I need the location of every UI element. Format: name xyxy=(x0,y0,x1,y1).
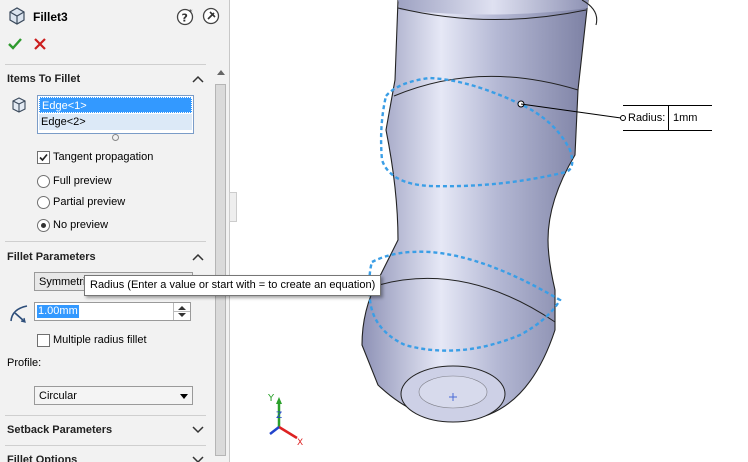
triad-z-label: Z xyxy=(276,411,282,421)
graphics-viewport[interactable]: Y X Z xyxy=(230,0,748,462)
tangent-propagation-checkbox[interactable] xyxy=(37,151,50,164)
no-preview-label: No preview xyxy=(53,219,109,231)
model-body[interactable] xyxy=(361,0,598,423)
full-preview-label: Full preview xyxy=(53,175,112,187)
radius-icon xyxy=(10,305,28,323)
divider xyxy=(5,445,206,446)
dropdown-value: Circular xyxy=(39,390,77,402)
multiple-radius-label: Multiple radius fillet xyxy=(53,334,147,346)
triad-y-label: Y xyxy=(267,393,275,404)
scrollbar-thumb[interactable] xyxy=(215,84,226,456)
radius-input[interactable]: 1.00mm xyxy=(34,302,191,321)
edge-selection-icon xyxy=(12,97,26,113)
property-manager-panel: Fillet3 ? * Items To Fillet Edge<1> Edge… xyxy=(0,0,230,462)
section-label: Setback Parameters xyxy=(7,424,113,436)
partial-preview-label: Partial preview xyxy=(53,196,126,208)
radius-spinner[interactable] xyxy=(173,303,190,320)
list-item[interactable]: Edge<1> xyxy=(39,97,192,113)
items-to-fillet-header[interactable]: Items To Fillet xyxy=(0,69,212,90)
cancel-x-button[interactable] xyxy=(34,38,46,50)
section-label: Fillet Parameters xyxy=(7,251,96,263)
triad-x-label: X xyxy=(297,438,303,448)
chevron-up-icon[interactable] xyxy=(192,75,204,83)
svg-text:*: * xyxy=(189,8,193,16)
ok-checkmark-button[interactable] xyxy=(8,37,22,51)
chevron-down-icon[interactable] xyxy=(192,426,204,434)
chevron-down-icon[interactable] xyxy=(192,456,204,462)
panel-scrollbar[interactable] xyxy=(212,64,229,462)
radius-tooltip: Radius (Enter a value or start with = to… xyxy=(84,275,382,296)
svg-text:?: ? xyxy=(182,12,188,25)
radius-value: 1.00mm xyxy=(37,305,79,318)
divider xyxy=(5,64,206,65)
fillet-options-header[interactable]: Fillet Options xyxy=(0,450,212,462)
pushpin-icon[interactable] xyxy=(202,7,220,25)
edges-listbox[interactable]: Edge<1> Edge<2> xyxy=(37,95,194,134)
fillet-parameters-header[interactable]: Fillet Parameters xyxy=(0,247,212,268)
chevron-down-icon xyxy=(180,394,188,399)
radius-callout[interactable]: Radius: 1mm xyxy=(623,105,712,131)
page-title: Fillet3 xyxy=(33,10,68,24)
scroll-up-arrow-icon[interactable] xyxy=(217,70,225,75)
help-icon[interactable]: ? * xyxy=(176,7,196,27)
full-preview-radio[interactable] xyxy=(37,175,50,188)
divider xyxy=(5,241,206,242)
listbox-resize-handle[interactable] xyxy=(112,134,119,141)
callout-key: Radius: xyxy=(628,112,666,124)
callout-value[interactable]: 1mm xyxy=(673,112,697,124)
fillet-feature-icon xyxy=(9,7,25,25)
section-label: Items To Fillet xyxy=(7,73,81,85)
callout-divider xyxy=(668,106,669,130)
chevron-up-icon[interactable] xyxy=(192,253,204,261)
panel-header: Fillet3 ? * xyxy=(0,0,229,64)
list-item[interactable]: Edge<2> xyxy=(39,114,192,130)
checkmark-icon xyxy=(39,153,48,162)
divider xyxy=(5,415,206,416)
partial-preview-radio[interactable] xyxy=(37,196,50,209)
setback-parameters-header[interactable]: Setback Parameters xyxy=(0,420,212,441)
spinner-arrows-icon[interactable] xyxy=(174,303,190,320)
profile-label: Profile: xyxy=(7,357,42,369)
profile-dropdown[interactable]: Circular xyxy=(34,386,193,405)
section-label: Fillet Options xyxy=(7,454,78,462)
tangent-propagation-label: Tangent propagation xyxy=(53,151,154,163)
multiple-radius-checkbox[interactable] xyxy=(37,334,50,347)
coordinate-triad: Y X Z xyxy=(267,393,303,448)
no-preview-radio[interactable] xyxy=(37,219,50,232)
